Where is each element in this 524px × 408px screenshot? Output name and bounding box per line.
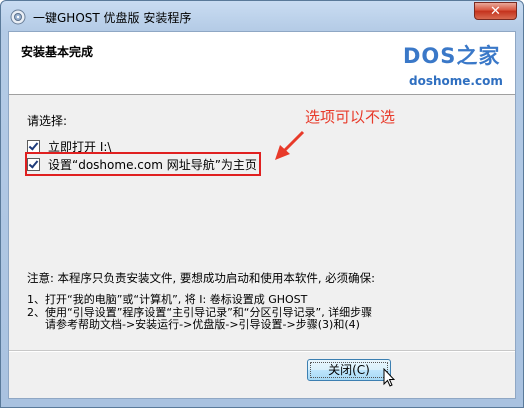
installer-window: 一键GHOST 优盘版 安装程序 ✕ 安装基本完成 DOS之家 doshome.… (0, 0, 524, 408)
window-close-button[interactable]: ✕ (474, 2, 517, 20)
highlight-annotation-box (25, 152, 261, 176)
brand-url: doshome.com (409, 74, 503, 88)
annotation-text: 选项可以不选 (305, 108, 396, 126)
window-title: 一键GHOST 优盘版 安装程序 (33, 11, 192, 25)
mouse-cursor-icon (383, 368, 395, 387)
app-icon (10, 9, 26, 25)
notice-step: 请参考帮助文档->安装运行->优盘版->引导设置->步骤(3)和(4) (45, 318, 360, 331)
options-prompt: 请选择: (27, 114, 68, 128)
brand-logo: DOS之家 (403, 44, 501, 68)
dialog-content: 安装基本完成 DOS之家 doshome.com 请选择: 立即打开 I:\ 设… (8, 31, 516, 399)
footer-divider (9, 350, 515, 352)
header-panel: 安装基本完成 DOS之家 doshome.com (9, 32, 515, 95)
title-bar[interactable]: 一键GHOST 优盘版 安装程序 ✕ (1, 1, 523, 31)
close-button[interactable]: 关闭(C) (307, 359, 391, 381)
annotation-arrow-icon (275, 130, 305, 160)
notice-step: 1、打开“我的电脑”或“计算机”, 将 I: 卷标设置成 GHOST (27, 293, 308, 306)
notice-steps: 1、打开“我的电脑”或“计算机”, 将 I: 卷标设置成 GHOST 2、使用“… (27, 293, 372, 332)
notice-heading: 注意: 本程序只负责安装文件, 要想成功启动和使用本软件, 必须确保: (27, 271, 376, 285)
page-title: 安装基本完成 (21, 45, 94, 59)
close-icon: ✕ (490, 4, 501, 19)
checkbox-open-drive[interactable] (27, 139, 40, 153)
